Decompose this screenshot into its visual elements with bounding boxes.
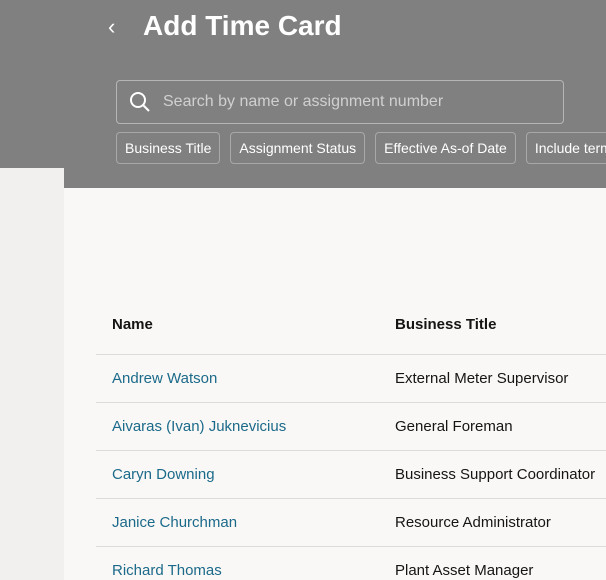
table-row[interactable]: Janice Churchman Resource Administrator [96, 498, 606, 546]
employee-name-link[interactable]: Richard Thomas [112, 562, 222, 579]
table-row[interactable]: Aivaras (Ivan) Juknevicius General Forema… [96, 402, 606, 450]
employee-name-link[interactable]: Andrew Watson [112, 370, 217, 387]
business-title: General Foreman [395, 418, 513, 435]
table-row[interactable]: Andrew Watson External Meter Supervisor [96, 354, 606, 402]
column-header-business-title[interactable]: Business Title [395, 316, 496, 333]
column-header-name[interactable]: Name [112, 316, 153, 333]
employee-name-link[interactable]: Aivaras (Ivan) Juknevicius [112, 418, 286, 435]
search-icon [130, 92, 150, 112]
chevron-left-icon[interactable]: ‹ [108, 14, 115, 40]
business-title: External Meter Supervisor [395, 370, 569, 387]
table-row[interactable]: Richard Thomas Plant Asset Manager [96, 546, 606, 580]
filter-chips: Business Title Assignment Status Effecti… [116, 132, 606, 164]
filter-assignment-status[interactable]: Assignment Status [230, 132, 366, 164]
header-extension [64, 168, 606, 188]
page-title: Add Time Card [143, 10, 342, 41]
filter-include-terminated[interactable]: Include term [525, 132, 606, 164]
results-card: Name Business Title Andrew Watson Externa… [64, 188, 606, 580]
filter-effective-date[interactable]: Effective As-of Date [375, 132, 516, 164]
business-title: Resource Administrator [395, 514, 551, 531]
search-field[interactable] [116, 80, 564, 124]
business-title: Plant Asset Manager [395, 562, 534, 579]
employee-name-link[interactable]: Caryn Downing [112, 466, 215, 483]
filter-business-title[interactable]: Business Title [116, 132, 221, 164]
employee-name-link[interactable]: Janice Churchman [112, 514, 237, 531]
table-row[interactable]: Caryn Downing Business Support Coordinato… [96, 450, 606, 498]
search-input[interactable] [163, 93, 563, 111]
page-header: ‹ Add Time Card Business Title Assignmen… [0, 0, 606, 168]
business-title: Business Support Coordinator [395, 466, 596, 483]
